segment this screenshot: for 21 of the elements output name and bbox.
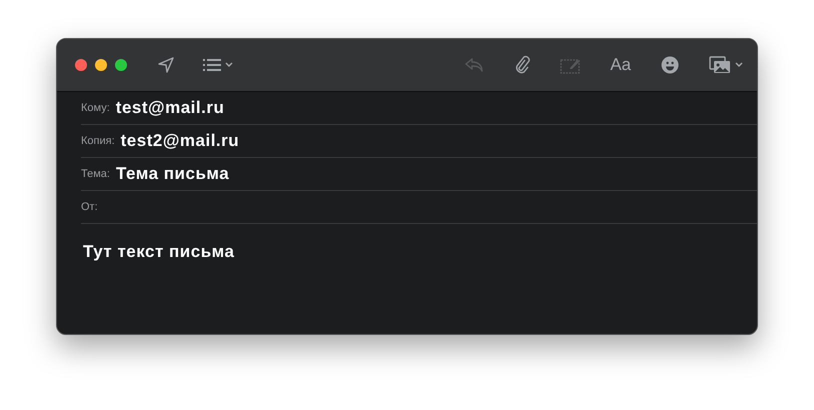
reply-icon xyxy=(464,57,484,73)
field-label: От: xyxy=(81,201,98,213)
field-value[interactable]: Тема письма xyxy=(116,164,230,184)
markup-icon xyxy=(560,56,580,74)
field-value[interactable]: test2@mail.ru xyxy=(120,131,240,151)
font-button[interactable]: Aa xyxy=(610,53,631,77)
caret-icon xyxy=(735,62,743,68)
field-label: Копия: xyxy=(81,135,115,147)
field-label: Кому: xyxy=(81,102,110,114)
paperclip-icon xyxy=(514,55,530,75)
field-label: Тема: xyxy=(81,168,110,180)
list-icon xyxy=(203,58,221,72)
photo-icon xyxy=(709,56,731,74)
close-button[interactable] xyxy=(75,59,87,71)
zoom-button[interactable] xyxy=(115,59,127,71)
field-value[interactable]: test@mail.ru xyxy=(116,98,224,118)
smiley-icon xyxy=(661,56,679,74)
send-icon xyxy=(157,56,175,74)
caret-icon xyxy=(225,62,233,68)
message-body[interactable]: Тут текст письма xyxy=(57,224,757,280)
minimize-button[interactable] xyxy=(95,59,107,71)
